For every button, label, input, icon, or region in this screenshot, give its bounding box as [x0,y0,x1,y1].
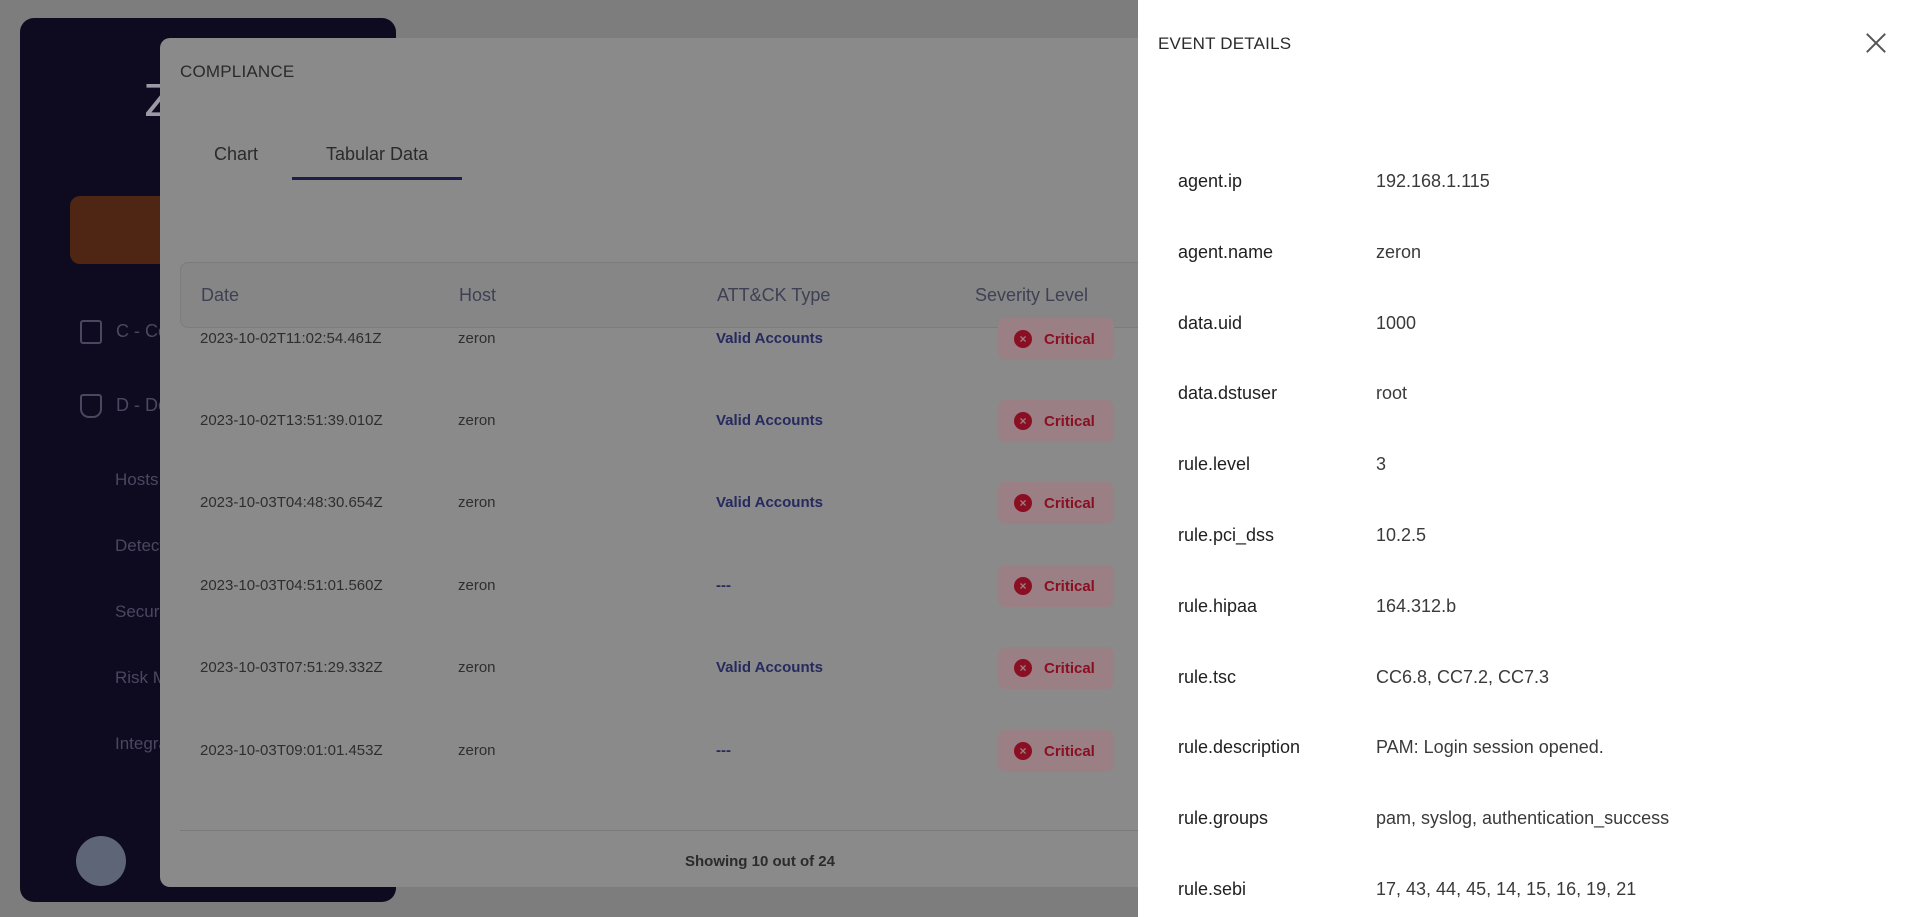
severity-label: Critical [1044,494,1095,512]
cell-host: zeron [458,742,496,759]
detail-value: 192.168.1.115 [1376,171,1490,191]
detail-key: rule.description [1178,737,1301,758]
severity-badge: × Critical [998,565,1114,607]
table-row[interactable]: 2023-10-03T04:51:01.560Z zeron --- × Critica… [180,565,1210,647]
critical-icon: × [1014,577,1032,595]
table-row[interactable]: 2023-10-02T13:51:39.010Z zeron Valid Accou… [180,400,1210,482]
detail-row: data.dstuser root [1178,383,1878,413]
detail-key: data.uid [1178,312,1243,333]
table-row[interactable]: 2023-10-03T04:48:30.654Z zeron Valid Accou… [180,482,1210,564]
detail-row: agent.ip 192.168.1.115 [1178,171,1878,201]
cell-attack-type: Valid Accounts [716,330,823,347]
drawer-title: EVENT DETAILS [1158,34,1292,53]
detail-row: agent.name zeron [1178,242,1878,272]
detail-row: rule.description PAM: Login session opene… [1178,737,1878,767]
cell-date: 2023-10-03T04:48:30.654Z [200,494,383,511]
cell-date: 2023-10-02T13:51:39.010Z [200,412,383,429]
severity-label: Critical [1044,742,1095,760]
detail-key: data.dstuser [1178,383,1278,404]
cell-date: 2023-10-03T04:51:01.560Z [200,577,383,594]
avatar[interactable] [76,836,126,886]
detail-row: rule.hipaa 164.312.b [1178,596,1878,626]
detail-value: PAM: Login session opened. [1376,737,1604,758]
close-icon[interactable] [1863,30,1889,56]
tab-bar: Chart Tabular Data [180,130,463,180]
table-row[interactable]: 2023-10-02T11:02:54.461Z zeron Valid Accou… [180,318,1210,400]
detail-value: 3 [1376,454,1387,475]
detail-value: 10.2.5 [1376,525,1427,545]
detail-row: rule.tsc CC6.8, CC7.2, CC7.3 [1178,667,1878,697]
shield-icon [80,394,102,418]
severity-label: Critical [1044,577,1095,595]
detail-key: rule.pci_dss [1178,525,1275,545]
cell-attack-type: Valid Accounts [716,494,823,511]
detail-key: agent.ip [1178,171,1243,191]
table-row[interactable]: 2023-10-03T07:51:29.332Z zeron Valid Accou… [180,647,1210,729]
severity-badge: × Critical [998,730,1114,772]
critical-icon: × [1014,412,1032,430]
severity-label: Critical [1044,659,1095,677]
detail-value: zeron [1376,241,1422,262]
document-icon [80,320,102,344]
detail-key: rule.tsc [1178,666,1237,687]
detail-key: rule.level [1178,454,1251,475]
detail-value: root [1376,383,1408,404]
critical-icon: × [1014,330,1032,348]
cell-host: zeron [458,494,496,511]
table-footer: Showing 10 out of 24 [180,830,1210,887]
cell-date: 2023-10-03T07:51:29.332Z [200,659,383,676]
cell-host: zeron [458,412,496,429]
cell-host: zeron [458,577,496,594]
detail-value: 164.312.b [1376,595,1457,616]
detail-row: rule.groups pam, syslog, authentication_s… [1178,808,1878,838]
pagination-summary: Showing 10 out of 24 [684,853,835,870]
detail-key: rule.sebi [1178,879,1247,899]
severity-badge: × Critical [998,318,1114,360]
detail-row: rule.sebi 17, 43, 44, 45, 14, 15, 16, 19,… [1178,879,1878,909]
cell-attack-type: --- [716,577,731,594]
detail-key: rule.groups [1178,808,1269,829]
severity-badge: × Critical [998,647,1114,689]
cell-attack-type: Valid Accounts [716,412,823,429]
detail-value: pam, syslog, authentication_success [1376,808,1670,829]
detail-row: rule.level 3 [1178,454,1878,484]
cell-host: zeron [458,330,496,347]
detail-value: CC6.8, CC7.2, CC7.3 [1376,666,1550,687]
modal-title: COMPLIANCE [180,62,295,81]
table-row[interactable]: 2023-10-03T09:01:01.453Z zeron --- × Critica… [180,730,1210,812]
sidebar-subitem-hosts[interactable]: Hosts [115,470,158,490]
detail-key: rule.hipaa [1178,595,1258,616]
detail-row: rule.pci_dss 10.2.5 [1178,525,1878,555]
detail-value: 1000 [1376,312,1417,333]
cell-date: 2023-10-02T11:02:54.461Z [200,330,382,347]
severity-badge: × Critical [998,400,1114,442]
severity-badge: × Critical [998,482,1114,524]
detail-row: data.uid 1000 [1178,313,1878,343]
critical-icon: × [1014,494,1032,512]
severity-label: Critical [1044,412,1095,430]
severity-label: Critical [1044,330,1095,348]
critical-icon: × [1014,659,1032,677]
compliance-modal: COMPLIANCE Chart Tabular Data Date Host … [160,38,1210,887]
detail-key: agent.name [1178,241,1274,262]
tab-chart[interactable]: Chart [180,130,292,178]
cell-host: zeron [458,659,496,676]
detail-value: 17, 43, 44, 45, 14, 15, 16, 19, 21 [1376,879,1637,899]
event-details-drawer: EVENT DETAILS agent.ip 192.168.1.115 agent… [1138,0,1913,917]
cell-date: 2023-10-03T09:01:01.453Z [200,742,383,759]
tab-tabular-data[interactable]: Tabular Data [292,130,463,180]
cell-attack-type: Valid Accounts [716,659,823,676]
critical-icon: × [1014,742,1032,760]
cell-attack-type: --- [716,742,731,759]
